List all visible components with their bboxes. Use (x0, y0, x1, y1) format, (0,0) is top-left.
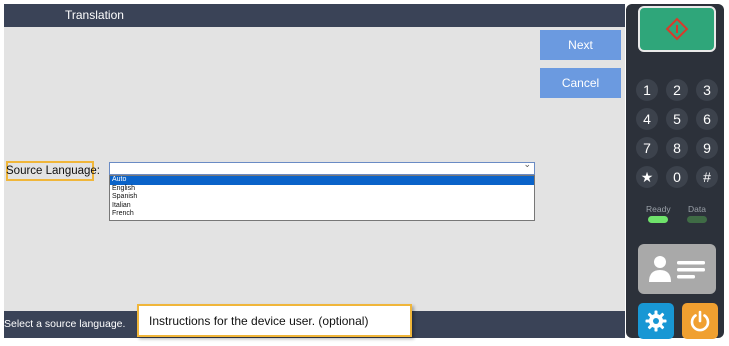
keypad-key-9[interactable]: 9 (696, 137, 718, 159)
id-card-button[interactable] (638, 244, 716, 294)
next-button[interactable]: Next (540, 30, 621, 60)
gear-icon (645, 310, 667, 332)
window-title: Translation (65, 8, 124, 22)
dropdown-option-auto[interactable]: Auto (110, 176, 534, 185)
start-button[interactable] (638, 6, 716, 52)
data-label: Data (688, 204, 706, 214)
dropdown-option-english[interactable]: English (110, 185, 534, 194)
source-language-label: Source Language: (6, 165, 100, 177)
power-button[interactable] (682, 303, 718, 339)
power-icon (690, 310, 710, 332)
id-card-icon (649, 256, 705, 282)
main-screen: Translation Next Cancel Source Language:… (4, 4, 625, 338)
source-language-dropdown: Auto English Spanish Italian French (109, 175, 535, 221)
dropdown-option-spanish[interactable]: Spanish (110, 193, 534, 202)
keypad-key-5[interactable]: 5 (666, 108, 688, 130)
cancel-button[interactable]: Cancel (540, 68, 621, 98)
chevron-down-icon[interactable]: ⌄ (523, 160, 531, 170)
dropdown-option-italian[interactable]: Italian (110, 202, 534, 211)
source-language-select[interactable]: ⌄ (109, 160, 535, 175)
start-diamond-icon (665, 17, 689, 41)
control-panel: 1 2 3 4 5 6 7 8 9 ★ 0 # Ready Data (626, 4, 724, 339)
data-led (687, 216, 707, 223)
status-text: Select a source language. (4, 318, 126, 330)
keypad-key-4[interactable]: 4 (636, 108, 658, 130)
keypad-key-1[interactable]: 1 (636, 79, 658, 101)
keypad-key-star[interactable]: ★ (636, 166, 658, 188)
keypad-key-6[interactable]: 6 (696, 108, 718, 130)
device-frame: Translation Next Cancel Source Language:… (0, 0, 729, 346)
title-bar: Translation (4, 4, 625, 27)
instructions-callout: Instructions for the device user. (optio… (137, 304, 412, 337)
keypad-key-3[interactable]: 3 (696, 79, 718, 101)
keypad-key-2[interactable]: 2 (666, 79, 688, 101)
keypad-key-0[interactable]: 0 (666, 166, 688, 188)
ready-led (648, 216, 668, 223)
keypad-key-8[interactable]: 8 (666, 137, 688, 159)
settings-button[interactable] (638, 303, 674, 339)
keypad-key-hash[interactable]: # (696, 166, 718, 188)
dropdown-option-french[interactable]: French (110, 210, 534, 219)
keypad-key-7[interactable]: 7 (636, 137, 658, 159)
ready-label: Ready (646, 204, 671, 214)
